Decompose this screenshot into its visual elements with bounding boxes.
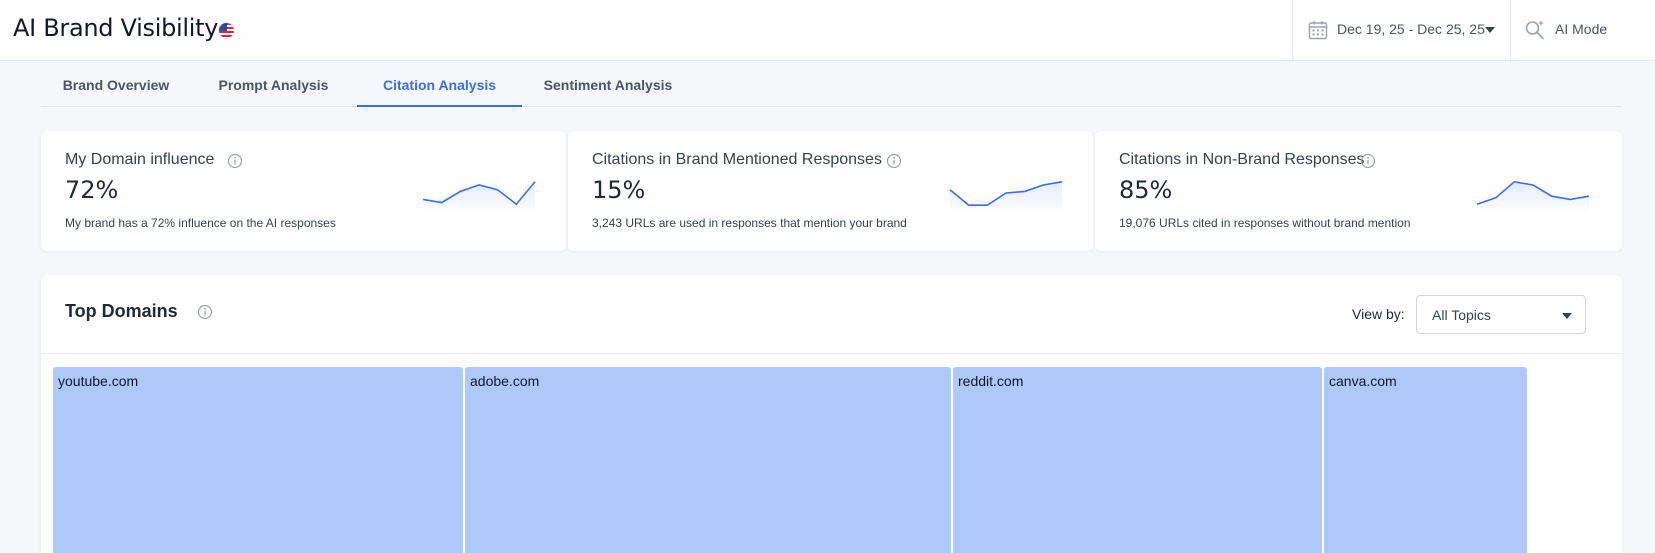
kpi-description: 3,243 URLs are used in responses that me… — [592, 216, 907, 230]
page-title: AI Brand Visibility — [13, 14, 219, 42]
domain-label: canva.com — [1329, 373, 1397, 389]
us-flag-icon — [218, 22, 235, 39]
ai-mode-label: AI Mode — [1555, 21, 1608, 37]
kpi-title: Citations in Brand Mentioned Responses — [592, 151, 882, 168]
kpi-description: My brand has a 72% influence on the AI r… — [65, 216, 336, 230]
kpi-card-brand-mentioned-citations: Citations in Brand Mentioned Responses 1… — [568, 131, 1093, 251]
kpi-value: 85% — [1119, 176, 1173, 204]
domain-label: reddit.com — [958, 373, 1024, 389]
info-icon[interactable] — [886, 153, 902, 169]
view-by-label: View by: — [1352, 306, 1405, 322]
tab-prompt-analysis[interactable]: Prompt Analysis — [191, 62, 356, 107]
ai-mode-button[interactable]: AI Mode — [1510, 0, 1655, 60]
tab-brand-overview[interactable]: Brand Overview — [41, 62, 191, 107]
calendar-icon — [1308, 21, 1328, 40]
domain-tile-reddit[interactable]: reddit.com — [953, 367, 1322, 553]
info-icon[interactable] — [1360, 153, 1376, 169]
chevron-down-icon — [1562, 313, 1572, 319]
ai-search-icon — [1525, 20, 1544, 40]
top-bar: AI Brand Visibility Dec 19, 25 - Dec 25,… — [0, 0, 1655, 61]
tab-bar: Brand Overview Prompt Analysis Citation … — [41, 62, 1622, 107]
kpi-card-non-brand-citations: Citations in Non-Brand Responses 85% 19,… — [1095, 131, 1622, 251]
domain-label: adobe.com — [470, 373, 540, 389]
tab-sentiment-analysis[interactable]: Sentiment Analysis — [522, 62, 694, 107]
kpi-title: My Domain influence — [65, 151, 215, 168]
kpi-value: 72% — [65, 176, 119, 204]
kpi-title: Citations in Non-Brand Responses — [1119, 151, 1365, 168]
sparkline-area — [1477, 181, 1589, 213]
top-domains-header: Top Domains View by: All Topics — [41, 275, 1622, 354]
info-icon[interactable] — [197, 304, 213, 320]
sparkline — [949, 181, 1063, 213]
date-range-picker[interactable]: Dec 19, 25 - Dec 25, 25 — [1292, 0, 1510, 60]
domain-tile-youtube[interactable]: youtube.com — [53, 367, 463, 553]
kpi-card-domain-influence: My Domain influence 72% My brand has a 7… — [41, 131, 566, 251]
top-domains-card: Top Domains View by: All Topics youtube.… — [41, 275, 1622, 553]
info-icon[interactable] — [227, 153, 243, 169]
kpi-row: My Domain influence 72% My brand has a 7… — [41, 131, 1622, 251]
kpi-description: 19,076 URLs cited in responses without b… — [1119, 216, 1411, 230]
tab-citation-analysis[interactable]: Citation Analysis — [357, 62, 522, 107]
view-by-value: All Topics — [1432, 307, 1491, 323]
sparkline — [1476, 180, 1590, 213]
sparkline-area — [423, 181, 535, 213]
domain-tile-canva[interactable]: canva.com — [1324, 367, 1527, 553]
sparkline-area — [950, 181, 1062, 213]
date-range-text: Dec 19, 25 - Dec 25, 25 — [1337, 21, 1485, 37]
domains-treemap: youtube.com adobe.com reddit.com canva.c… — [53, 367, 1610, 553]
view-by-select[interactable]: All Topics — [1416, 295, 1586, 334]
sparkline — [422, 181, 536, 213]
kpi-value: 15% — [592, 176, 646, 204]
chevron-down-icon — [1485, 27, 1495, 33]
domain-tile-adobe[interactable]: adobe.com — [465, 367, 951, 553]
top-domains-title: Top Domains — [65, 301, 178, 321]
domain-label: youtube.com — [58, 373, 139, 389]
